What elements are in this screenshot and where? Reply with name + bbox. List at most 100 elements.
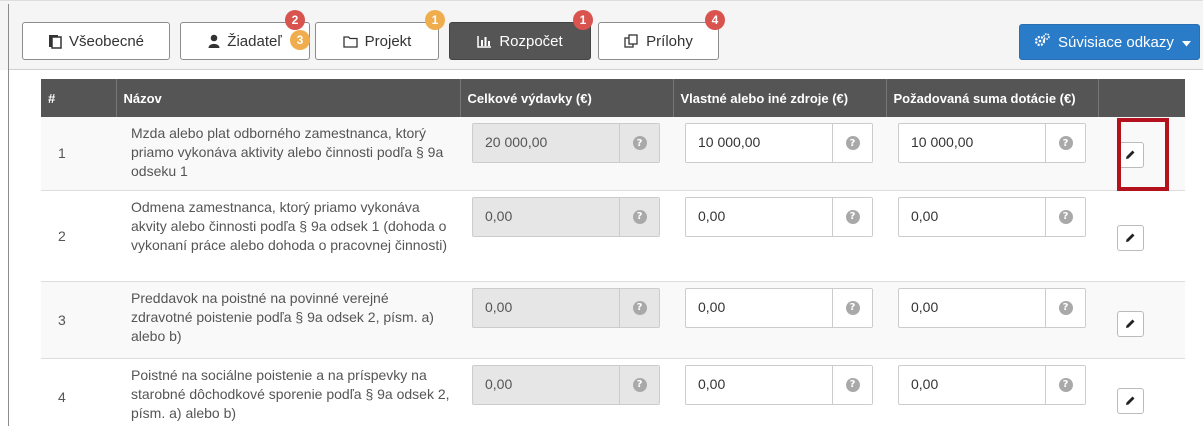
ziadatel-warning-badge: 3 [290, 30, 310, 50]
edit-highlight-box [1117, 118, 1169, 191]
question-icon: ? [1058, 300, 1073, 315]
question-icon: ? [845, 209, 860, 224]
question-icon: ? [632, 377, 647, 392]
column-header-name: Názov [116, 79, 461, 117]
total-expenses-cell: 0,00 ? [460, 358, 673, 426]
edit-button[interactable] [1117, 224, 1144, 251]
total-expenses-value: 0,00 [485, 375, 513, 392]
tab-label: Všeobecné [68, 32, 145, 50]
own-sources-cell: 10 000,00 ? [673, 117, 886, 191]
prilohy-error-badge: 4 [705, 10, 725, 30]
own-sources-cell: 0,00 ? [673, 281, 886, 359]
requested-amount-input[interactable]: 0,00 ? [898, 287, 1086, 328]
rozpocet-error-badge: 1 [573, 10, 593, 30]
table-row: 3 Preddavok na poistné na povinné verejn… [41, 281, 1185, 359]
table-row: 2 Odmena zamestnanca, ktorý priamo vykon… [41, 190, 1185, 282]
total-expenses-cell: 0,00 ? [460, 190, 673, 282]
help-button[interactable]: ? [1045, 124, 1085, 162]
pencil-icon [1125, 316, 1136, 332]
ziadatel-error-badge: 2 [285, 10, 305, 30]
tab-label: Rozpočet [499, 32, 563, 50]
total-expenses-field: 0,00 ? [472, 287, 660, 328]
tab-projekt[interactable]: Projekt [315, 22, 439, 60]
related-links-button[interactable]: Súvisiace odkazy [1019, 24, 1200, 60]
table-header-row: # Názov Celkové výdavky (€) Vlastné aleb… [41, 79, 1185, 117]
own-sources-input[interactable]: 0,00 ? [685, 287, 873, 328]
help-button[interactable]: ? [1045, 288, 1085, 327]
question-icon: ? [632, 136, 647, 150]
own-sources-value: 10 000,00 [698, 134, 761, 150]
user-icon [208, 34, 220, 48]
own-sources-input[interactable]: 10 000,00 ? [685, 123, 873, 163]
help-button[interactable]: ? [1045, 197, 1085, 236]
content-frame-border [8, 4, 9, 426]
tab-prilohy[interactable]: Prílohy [598, 22, 719, 60]
total-expenses-cell: 20 000,00 ? [460, 117, 673, 191]
column-header-own-sources: Vlastné alebo iné zdroje (€) [673, 79, 887, 117]
requested-amount-input[interactable]: 10 000,00 ? [898, 123, 1086, 163]
projekt-warning-badge: 1 [425, 10, 445, 30]
row-number: 1 [41, 117, 116, 191]
help-button[interactable]: ? [1045, 365, 1085, 404]
row-name: Mzda alebo plat odborného zamestnanca, k… [116, 117, 460, 191]
edit-button[interactable] [1117, 387, 1144, 414]
requested-amount-cell: 0,00 ? [886, 190, 1098, 282]
tab-label: Projekt [364, 32, 412, 50]
tab-label: Žiadateľ [227, 32, 282, 50]
question-icon: ? [632, 300, 647, 315]
question-icon: ? [845, 377, 860, 392]
total-expenses-value: 0,00 [485, 298, 513, 315]
related-links-label: Súvisiace odkazy [1058, 33, 1174, 51]
own-sources-input[interactable]: 0,00 ? [685, 196, 873, 237]
folder-icon [343, 35, 358, 48]
attachments-icon [624, 34, 639, 48]
total-expenses-value: 20 000,00 [485, 134, 548, 150]
question-icon: ? [1058, 377, 1073, 392]
budget-table: # Názov Celkové výdavky (€) Vlastné aleb… [41, 79, 1185, 426]
help-button[interactable]: ? [619, 124, 659, 162]
cogs-icon [1034, 33, 1050, 51]
caret-down-icon [1181, 34, 1191, 51]
own-sources-cell: 0,00 ? [673, 358, 886, 426]
actions-cell [1098, 281, 1185, 359]
question-icon: ? [632, 209, 647, 224]
row-number: 2 [41, 190, 116, 282]
requested-amount-value: 0,00 [911, 207, 939, 224]
total-expenses-value: 0,00 [485, 207, 513, 224]
actions-cell [1098, 190, 1185, 282]
question-icon: ? [845, 300, 860, 315]
tab-label: Prílohy [646, 32, 693, 50]
own-sources-input[interactable]: 0,00 ? [685, 364, 873, 405]
requested-amount-value: 0,00 [911, 375, 939, 392]
help-button[interactable]: ? [619, 288, 659, 327]
column-header-requested-amount: Požadovaná suma dotácie (€) [886, 79, 1099, 117]
total-expenses-field: 0,00 ? [472, 364, 660, 405]
help-button[interactable]: ? [832, 197, 872, 236]
help-button[interactable]: ? [832, 288, 872, 327]
table-row: 4 Poistné na sociálne poistenie a na prí… [41, 358, 1185, 426]
tabs-divider [8, 69, 1203, 70]
actions-cell [1098, 358, 1185, 426]
help-button[interactable]: ? [619, 197, 659, 236]
own-sources-value: 0,00 [698, 207, 726, 224]
own-sources-cell: 0,00 ? [673, 190, 886, 282]
help-button[interactable]: ? [832, 124, 872, 162]
question-icon: ? [1058, 136, 1073, 150]
help-button[interactable]: ? [832, 365, 872, 404]
table-row: 1 Mzda alebo plat odborného zamestnanca,… [41, 117, 1185, 191]
row-name: Odmena zamestnanca, ktorý priamo vykonáv… [116, 190, 460, 282]
requested-amount-value: 0,00 [911, 298, 939, 315]
question-icon: ? [1058, 209, 1073, 224]
requested-amount-input[interactable]: 0,00 ? [898, 196, 1086, 237]
requested-amount-cell: 0,00 ? [886, 358, 1098, 426]
column-header-total-expenses: Celkové výdavky (€) [460, 79, 674, 117]
row-number: 3 [41, 281, 116, 359]
pencil-icon [1125, 230, 1136, 246]
help-button[interactable]: ? [619, 365, 659, 404]
total-expenses-field: 0,00 ? [472, 196, 660, 237]
tab-vseobecne[interactable]: Všeobecné [22, 22, 170, 60]
row-name: Poistné na sociálne poistenie a na prísp… [116, 358, 460, 426]
requested-amount-input[interactable]: 0,00 ? [898, 364, 1086, 405]
edit-button[interactable] [1117, 310, 1144, 337]
tab-rozpocet[interactable]: Rozpočet [449, 22, 591, 60]
